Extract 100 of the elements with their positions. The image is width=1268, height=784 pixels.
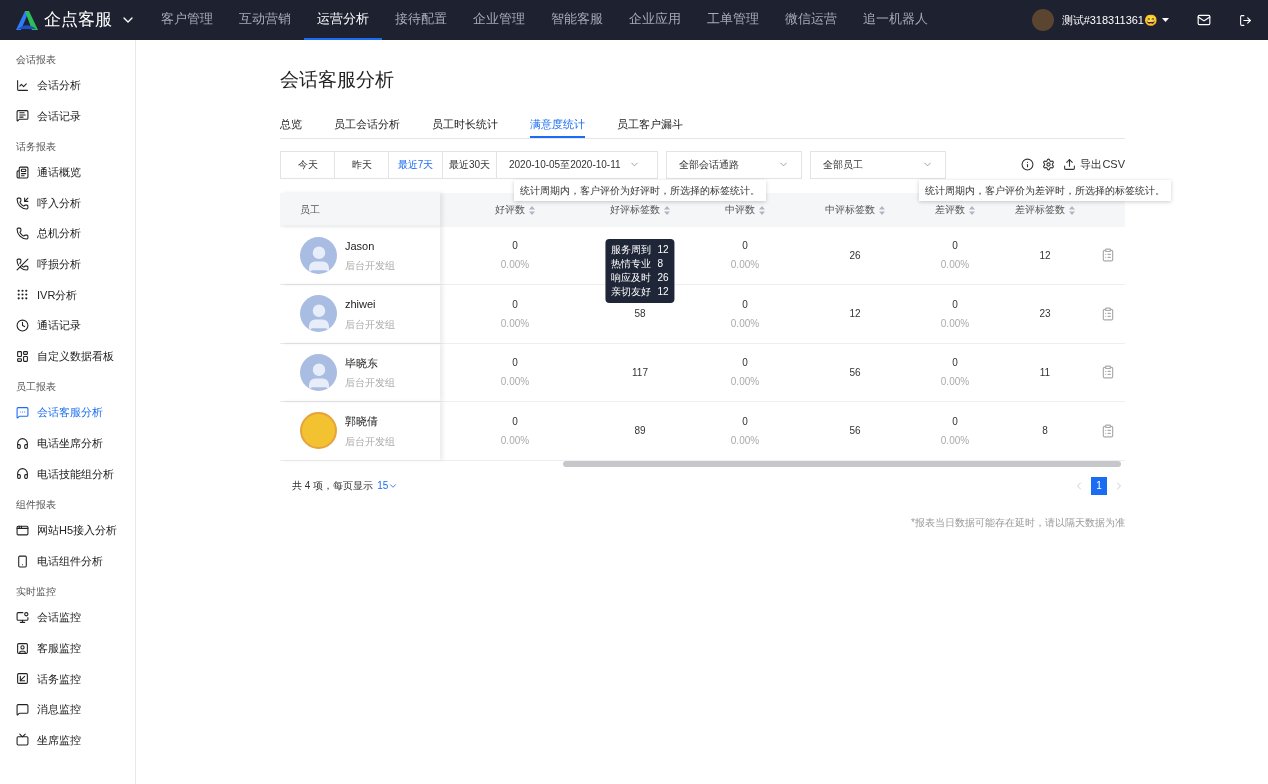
nav-tab[interactable]: 运营分析 [304, 0, 382, 40]
column-header: 员工 [280, 192, 440, 227]
detail-icon[interactable] [1100, 365, 1115, 380]
user-avatar[interactable] [1031, 9, 1054, 31]
percent-text: 0.00% [729, 433, 761, 448]
percent-text: 0.00% [939, 316, 971, 331]
footnote: *报表当日数据可能存在延时，请以隔天数据为准 [910, 515, 1125, 530]
tag-count: 12 [657, 285, 669, 300]
menu-item-icon [16, 641, 29, 655]
sidebar-item[interactable]: 总机分析 [0, 218, 135, 249]
info-icon[interactable] [1021, 158, 1035, 171]
nav-tab[interactable]: 微信运营 [772, 0, 850, 40]
logo-icon [14, 10, 40, 30]
column-header: 中评标签数 [800, 202, 910, 217]
export-icon [1063, 158, 1077, 171]
percent-text: 0.00% [939, 433, 971, 448]
avatar-placeholder [300, 353, 337, 391]
sidebar-item[interactable]: IVR分析 [0, 279, 135, 311]
sort-icon[interactable] [664, 205, 670, 215]
user-menu[interactable]: 测试#318311361😄 [1061, 11, 1169, 29]
table-cell-text: 8 [1041, 424, 1049, 439]
page-size-select[interactable]: 15 [377, 478, 399, 493]
page-tab[interactable]: 员工会话分析 [334, 112, 400, 138]
sort-icon[interactable] [879, 205, 885, 215]
page-tab[interactable]: 总览 [280, 112, 302, 138]
percent-text: 0.00% [499, 375, 531, 390]
menu-item-icon [16, 196, 29, 210]
menu-item-icon [16, 611, 29, 625]
page-title: 会话客服分析 [280, 68, 395, 92]
caret-icon [1162, 18, 1169, 22]
tag-name: 亲切友好 [611, 285, 652, 300]
menu-item-icon [16, 349, 29, 363]
staff-select[interactable]: 全部员工 [810, 150, 946, 179]
sidebar-item[interactable]: 呼损分析 [0, 248, 135, 280]
sidebar-item[interactable]: 会话分析 [0, 70, 135, 101]
nav-tab[interactable]: 追一机器人 [850, 0, 941, 40]
sidebar-item[interactable]: 通话概览 [0, 157, 135, 188]
menu-item-icon [16, 702, 29, 716]
brand-name: 企点客服 [44, 9, 112, 32]
channel-select[interactable]: 全部会话通路 [666, 150, 802, 179]
export-button[interactable]: 导出CSV [1063, 156, 1125, 173]
column-header: 中评数 [690, 202, 800, 217]
table-cell-text: 0 [511, 414, 519, 429]
menu-item-icon [16, 318, 29, 332]
table-cell-text: 0 [951, 356, 959, 371]
sidebar-item[interactable]: 电话坐席分析 [0, 427, 135, 459]
staff-name: Jason [345, 238, 376, 254]
sidebar-item[interactable]: 客服监控 [0, 632, 135, 664]
tag-name: 响应及时 [611, 271, 652, 286]
sidebar-item[interactable]: 通话记录 [0, 310, 135, 341]
sidebar-item[interactable]: 电话技能组分析 [0, 458, 135, 490]
sidebar-item[interactable]: 网站H5接入分析 [0, 515, 135, 546]
nav-tab[interactable]: 接待配置 [382, 0, 460, 40]
menu-item-icon [16, 672, 29, 686]
header-tooltip: 统计周期内，客户评价为差评时，所选择的标签统计。 [919, 180, 1171, 201]
nav-tab[interactable]: 互动营销 [226, 0, 304, 40]
sidebar-item[interactable]: 会话监控 [0, 602, 135, 633]
table-cell-text: 23 [1038, 307, 1052, 322]
table-cell-text: 58 [633, 307, 647, 322]
sort-icon[interactable] [1069, 205, 1075, 215]
table-cell-text: 0 [741, 414, 749, 429]
percent-text: 0.00% [499, 316, 531, 331]
sidebar-group-title: 会话报表 [15, 53, 57, 67]
sort-icon[interactable] [969, 205, 975, 215]
mail-icon[interactable] [1197, 13, 1211, 27]
sidebar-item[interactable]: 会话记录 [0, 100, 135, 132]
page-tab[interactable]: 员工客户漏斗 [617, 112, 683, 138]
scrollbar[interactable] [563, 460, 1121, 467]
sidebar-item[interactable]: 消息监控 [0, 694, 135, 725]
avatar-placeholder [300, 295, 337, 333]
column-header: 好评数 [440, 202, 590, 217]
table-cell-text: 0 [741, 356, 749, 371]
page-number[interactable]: 1 [1091, 476, 1107, 495]
sidebar-item[interactable]: 会话客服分析 [0, 397, 135, 428]
logout-icon[interactable] [1239, 13, 1252, 27]
nav-tab[interactable]: 智能客服 [538, 0, 616, 40]
detail-icon[interactable] [1100, 248, 1115, 263]
percent-text: 0.00% [729, 316, 761, 331]
nav-tab[interactable]: 工单管理 [694, 0, 772, 40]
detail-icon[interactable] [1100, 423, 1115, 438]
detail-icon[interactable] [1100, 306, 1115, 321]
sidebar-item[interactable]: 话务监控 [0, 663, 135, 695]
sidebar-item[interactable]: 电话组件分析 [0, 545, 135, 577]
table-cell-text: 89 [633, 424, 647, 439]
sidebar-item[interactable]: 自定义数据看板 [0, 340, 135, 372]
percent-text: 0.00% [729, 375, 761, 390]
table-cell-text: 0 [511, 356, 519, 371]
nav-tab[interactable]: 企业应用 [616, 0, 694, 40]
percent-text: 0.00% [499, 433, 531, 448]
tag-name: 服务周到 [611, 243, 652, 258]
page-tab[interactable]: 满意度统计 [530, 112, 585, 138]
nav-tab[interactable]: 客户管理 [148, 0, 226, 40]
settings-icon[interactable] [1042, 158, 1056, 171]
page-tab[interactable]: 员工时长统计 [432, 112, 498, 138]
sidebar-item[interactable]: 呼入分析 [0, 187, 135, 219]
tag-count: 12 [657, 243, 669, 258]
sidebar-item[interactable]: 坐席监控 [0, 724, 135, 756]
sort-icon[interactable] [759, 205, 765, 215]
sort-icon[interactable] [529, 205, 535, 215]
nav-tab[interactable]: 企业管理 [460, 0, 538, 40]
